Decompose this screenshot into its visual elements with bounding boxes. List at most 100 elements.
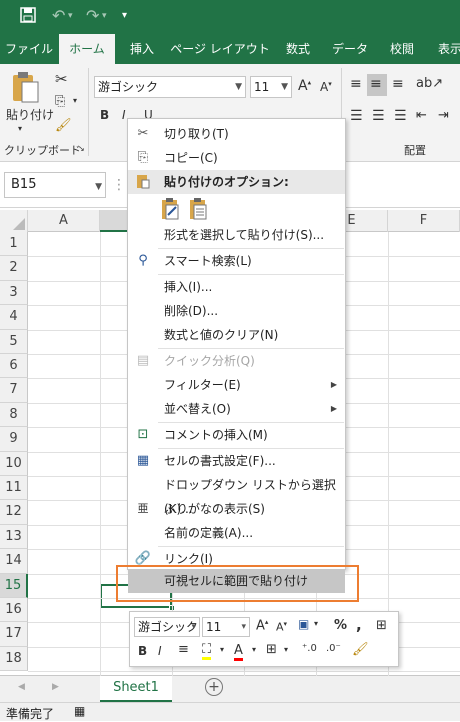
row-header[interactable]: 12 <box>0 500 28 525</box>
mini-font-name-combo[interactable]: 游ゴシック ▾ <box>134 617 200 637</box>
row-header[interactable]: 14 <box>0 549 28 574</box>
mini-font-size-combo[interactable]: 11 ▾ <box>202 617 250 637</box>
row-header[interactable]: 17 <box>0 622 28 647</box>
increase-decimal-icon[interactable]: ⁺.0 <box>302 643 317 654</box>
row-header[interactable]: 5 <box>0 329 28 354</box>
row-header[interactable]: 1 <box>0 232 28 257</box>
menu-item-delete[interactable]: 削除(D)... <box>128 299 345 323</box>
tab-page-layout[interactable]: ページ レイアウト <box>170 34 270 64</box>
decrease-font-icon[interactable]: A▾ <box>320 80 332 94</box>
redo-dropdown-icon[interactable]: ▾ <box>102 7 107 25</box>
percent-style-button[interactable]: % <box>334 618 347 633</box>
borders-icon[interactable]: ⊞ <box>266 642 277 657</box>
paste-button-label[interactable]: 貼り付け <box>6 106 54 123</box>
paste-values-icon[interactable] <box>188 197 210 221</box>
menu-item-format-cells[interactable]: ▦ セルの書式設定(F)... <box>128 449 345 473</box>
row-header[interactable]: 8 <box>0 402 28 428</box>
macro-record-icon[interactable]: ▦ <box>74 704 85 718</box>
format-painter-icon[interactable]: 🖌 <box>55 118 72 133</box>
row-header[interactable]: 3 <box>0 280 28 306</box>
row-header[interactable]: 13 <box>0 524 28 550</box>
copy-dropdown-icon[interactable]: ▾ <box>73 96 77 105</box>
redo-icon[interactable]: ↷ <box>86 7 99 25</box>
row-header[interactable]: 4 <box>0 305 28 330</box>
tab-view[interactable]: 表示 <box>430 34 460 64</box>
menu-item-filter[interactable]: フィルター(E) ▶ <box>128 373 345 397</box>
row-header[interactable]: 9 <box>0 427 28 452</box>
tab-data[interactable]: データ <box>326 34 374 64</box>
row-header[interactable]: 6 <box>0 354 28 379</box>
copy-icon[interactable]: ⎘ <box>55 94 65 109</box>
menu-item-smart-lookup[interactable]: ⚲ スマート検索(L) <box>128 249 345 273</box>
undo-icon[interactable]: ↶ <box>52 7 65 25</box>
menu-item-sort[interactable]: 並べ替え(O) ▶ <box>128 397 345 421</box>
menu-item-show-phonetic[interactable]: 亜 ふりがなの表示(S) <box>128 497 345 521</box>
sheet-tab-sheet1[interactable]: Sheet1 <box>100 676 172 702</box>
increase-font-icon[interactable]: A▴ <box>256 618 268 633</box>
font-name-combo[interactable]: 游ゴシック ▼ <box>94 76 246 98</box>
paste-icon[interactable] <box>10 70 44 104</box>
format-painter-icon[interactable]: 🖌 <box>352 642 369 657</box>
row-header[interactable]: 2 <box>0 256 28 281</box>
clipboard-launcher-icon[interactable]: ↘ <box>78 144 85 153</box>
align-top-icon[interactable]: ≡ <box>350 76 362 92</box>
chevron-down-icon[interactable]: ▾ <box>284 645 288 654</box>
select-all-corner[interactable] <box>0 210 28 232</box>
align-right-icon[interactable]: ☰ <box>394 108 407 124</box>
column-header-f[interactable]: F <box>388 210 460 232</box>
row-header[interactable]: 11 <box>0 476 28 501</box>
decrease-decimal-icon[interactable]: .0⁻ <box>326 643 341 654</box>
row-header[interactable]: 7 <box>0 378 28 403</box>
font-color-icon[interactable]: A <box>234 643 243 661</box>
number-format-icon[interactable]: ▣ <box>298 617 309 631</box>
scroll-next-sheet-icon[interactable]: ▶ <box>52 682 59 692</box>
align-center-icon[interactable]: ☰ <box>372 108 385 124</box>
tab-insert[interactable]: 挿入 <box>117 34 167 64</box>
tab-formulas[interactable]: 数式 <box>276 34 320 64</box>
tab-home[interactable]: ホーム <box>59 34 115 64</box>
row-header[interactable]: 15 <box>0 573 28 598</box>
menu-item-insert[interactable]: 挿入(I)... <box>128 275 345 299</box>
align-bottom-icon[interactable]: ≡ <box>392 76 404 92</box>
bold-button[interactable]: B <box>100 108 109 122</box>
merge-center-icon[interactable]: ⊞ <box>376 618 387 633</box>
menu-item-clear-contents[interactable]: 数式と値のクリア(N) <box>128 323 345 347</box>
name-box[interactable]: B15 ▼ <box>4 172 106 198</box>
mini-bold-button[interactable]: B <box>138 644 147 658</box>
decrease-font-icon[interactable]: A▾ <box>276 620 287 634</box>
menu-item-define-name[interactable]: 名前の定義(A)... <box>128 521 345 545</box>
row-header[interactable]: 16 <box>0 598 28 623</box>
save-icon[interactable] <box>20 7 36 27</box>
customize-toolbar-icon[interactable]: ▾ <box>122 7 127 25</box>
paste-dropdown-icon[interactable]: ▾ <box>18 124 22 133</box>
chevron-down-icon[interactable]: ▾ <box>314 619 318 628</box>
tab-review[interactable]: 校閲 <box>380 34 424 64</box>
menu-item-cut[interactable]: ✂ 切り取り(T) <box>128 122 345 146</box>
menu-item-pick-from-list[interactable]: ドロップダウン リストから選択(K)... <box>128 473 345 516</box>
align-center-icon[interactable]: ≡ <box>178 642 189 657</box>
align-left-icon[interactable]: ☰ <box>350 108 363 124</box>
row-header[interactable]: 10 <box>0 451 28 476</box>
cut-icon[interactable]: ✂ <box>55 70 68 88</box>
menu-item-paste-special[interactable]: 形式を選択して貼り付け(S)... <box>128 223 345 247</box>
increase-font-icon[interactable]: A▴ <box>298 78 311 94</box>
add-sheet-icon[interactable]: + <box>205 678 223 696</box>
comma-style-button[interactable]: , <box>356 616 362 634</box>
increase-indent-icon[interactable]: ⇥ <box>438 108 449 123</box>
chevron-down-icon[interactable]: ▾ <box>220 645 224 654</box>
menu-item-copy[interactable]: ⎘ コピー(C) <box>128 146 345 170</box>
row-header[interactable]: 18 <box>0 646 28 672</box>
menu-item-insert-comment[interactable]: ⊡ コメントの挿入(M) <box>128 423 345 447</box>
font-size-combo[interactable]: 11 ▼ <box>250 76 292 98</box>
column-header-a[interactable]: A <box>28 210 100 232</box>
tab-file[interactable]: ファイル <box>0 34 58 64</box>
orientation-icon[interactable]: ab↗ <box>416 76 443 91</box>
paste-formulas-icon[interactable] <box>160 197 182 221</box>
scroll-prev-sheet-icon[interactable]: ◀ <box>18 682 25 692</box>
chevron-down-icon[interactable]: ▾ <box>252 645 256 654</box>
decrease-indent-icon[interactable]: ⇤ <box>416 108 427 123</box>
undo-dropdown-icon[interactable]: ▾ <box>68 7 73 25</box>
fill-color-icon[interactable]: ⛶ <box>202 642 212 660</box>
mini-italic-button[interactable]: I <box>158 644 162 658</box>
italic-button[interactable]: I <box>122 108 126 122</box>
